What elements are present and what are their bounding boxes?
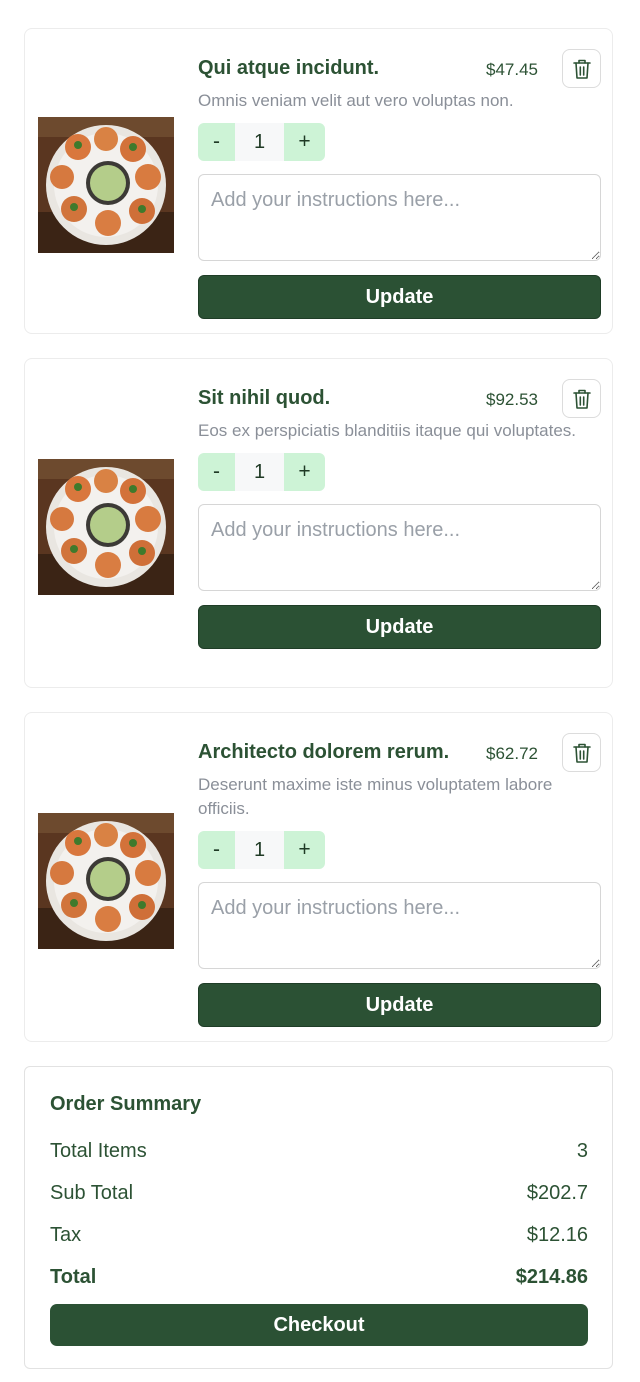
decrease-quantity-button[interactable]: - xyxy=(198,831,235,869)
delete-item-button[interactable] xyxy=(562,379,601,418)
quantity-value: 1 xyxy=(235,453,284,491)
increase-quantity-button[interactable]: + xyxy=(284,453,325,491)
decrease-quantity-button[interactable]: - xyxy=(198,123,235,161)
food-image xyxy=(38,812,174,949)
delete-item-button[interactable] xyxy=(562,733,601,772)
item-price: $62.72 xyxy=(486,744,538,763)
summary-row-total: Total $214.86 xyxy=(50,1256,588,1298)
decrease-quantity-button[interactable]: - xyxy=(198,453,235,491)
item-name: Architecto dolorem rerum. xyxy=(198,741,450,763)
total-value: $214.86 xyxy=(515,1265,588,1288)
checkout-button[interactable]: Checkout xyxy=(50,1304,588,1346)
quantity-stepper: - 1 + xyxy=(198,123,601,161)
summary-row-total-items: Total Items 3 xyxy=(50,1130,588,1172)
item-price: $47.45 xyxy=(486,60,538,79)
item-description: Deserunt maxime iste minus voluptatem la… xyxy=(198,775,553,818)
quantity-value: 1 xyxy=(235,123,284,161)
item-price: $92.53 xyxy=(486,390,538,409)
cart-item: Sit nihil quod. $92.53 Eos ex perspiciat… xyxy=(24,358,613,688)
subtotal-label: Sub Total xyxy=(50,1181,134,1204)
item-name: Qui atque incidunt. xyxy=(198,57,380,79)
total-items-value: 3 xyxy=(576,1139,588,1162)
subtotal-value: $202.7 xyxy=(526,1181,588,1204)
quantity-stepper: - 1 + xyxy=(198,831,601,869)
instructions-input[interactable] xyxy=(198,504,601,591)
food-image xyxy=(38,458,174,595)
tax-label: Tax xyxy=(50,1223,82,1246)
summary-title: Order Summary xyxy=(50,1093,202,1115)
cart-item: Qui atque incidunt. $47.45 Omnis veniam … xyxy=(24,28,613,334)
quantity-value: 1 xyxy=(235,831,284,869)
total-label: Total xyxy=(50,1265,97,1288)
cart-item: Architecto dolorem rerum. $62.72 Deserun… xyxy=(24,712,613,1042)
total-items-label: Total Items xyxy=(50,1139,147,1162)
increase-quantity-button[interactable]: + xyxy=(284,123,325,161)
update-button[interactable]: Update xyxy=(198,605,601,649)
tax-value: $12.16 xyxy=(526,1223,588,1246)
summary-row-subtotal: Sub Total $202.7 xyxy=(50,1172,588,1214)
summary-row-tax: Tax $12.16 xyxy=(50,1214,588,1256)
update-button[interactable]: Update xyxy=(198,275,601,319)
item-description: Omnis veniam velit aut vero voluptas non… xyxy=(198,91,514,110)
trash-icon xyxy=(572,59,591,79)
food-image xyxy=(38,116,174,253)
update-button[interactable]: Update xyxy=(198,983,601,1027)
item-name: Sit nihil quod. xyxy=(198,387,331,409)
instructions-input[interactable] xyxy=(198,174,601,261)
cart-page: Qui atque incidunt. $47.45 Omnis veniam … xyxy=(0,0,640,1382)
trash-icon xyxy=(572,389,591,409)
quantity-stepper: - 1 + xyxy=(198,453,601,491)
order-summary: Order Summary Total Items 3 Sub Total $2… xyxy=(24,1066,613,1369)
trash-icon xyxy=(572,743,591,763)
item-description: Eos ex perspiciatis blanditiis itaque qu… xyxy=(198,421,576,440)
increase-quantity-button[interactable]: + xyxy=(284,831,325,869)
delete-item-button[interactable] xyxy=(562,49,601,88)
instructions-input[interactable] xyxy=(198,882,601,969)
